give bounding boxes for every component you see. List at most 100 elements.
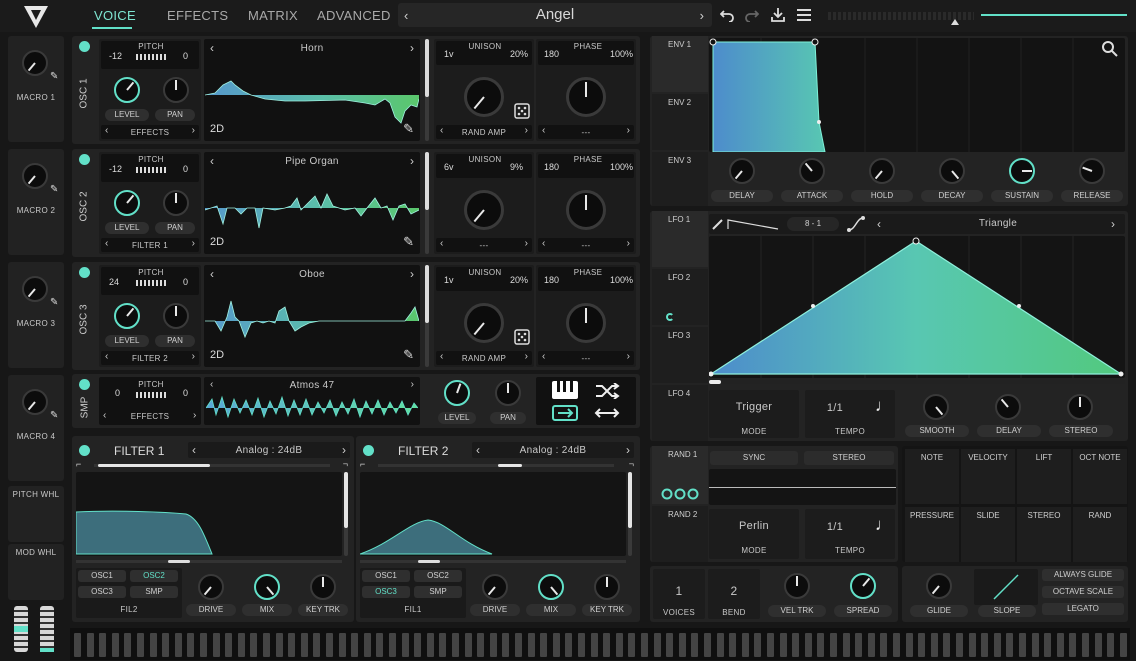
piano-key[interactable] xyxy=(515,633,522,657)
glide-knob[interactable] xyxy=(926,573,952,599)
piano-key[interactable] xyxy=(565,633,573,657)
osc-2-level-knob[interactable] xyxy=(114,190,140,216)
osc-1-detune[interactable]: 20% xyxy=(510,49,528,59)
osc-2-phase-value[interactable]: 180 xyxy=(544,162,559,172)
env-release-knob[interactable] xyxy=(1079,158,1105,184)
osc-2-phase-knob[interactable] xyxy=(566,190,606,230)
prev-shape-icon[interactable]: ‹ xyxy=(877,217,881,231)
edit-pencil-icon[interactable]: ✎ xyxy=(50,410,58,421)
filter-2-keytrack-knob[interactable] xyxy=(594,574,620,600)
mod-source-slide[interactable]: SLIDE xyxy=(961,507,1015,562)
rand-tempo-box[interactable]: 1/1 ♩ TEMPO xyxy=(805,509,895,559)
macro-3-knob[interactable] xyxy=(22,276,48,302)
osc-3-spectral[interactable]: ‹ RAND AMP › xyxy=(436,351,532,365)
sampler-tune[interactable]: 0 xyxy=(183,388,188,398)
piano-key[interactable] xyxy=(187,633,195,657)
next-shape-icon[interactable]: › xyxy=(1111,217,1115,231)
tab-effects[interactable]: EFFECTS xyxy=(167,8,228,23)
mod-wheel[interactable] xyxy=(40,606,54,652)
rand-style-value[interactable]: Perlin xyxy=(709,520,799,532)
osc-2-wavetable[interactable]: ‹ Pipe Organ › 2D ✎ xyxy=(204,152,420,254)
piano-key[interactable] xyxy=(704,633,711,657)
lfo-tab-1[interactable]: LFO 1 xyxy=(652,211,708,267)
piano-key[interactable] xyxy=(99,633,107,657)
piano-key[interactable] xyxy=(477,633,485,657)
filter-1-mix-knob[interactable] xyxy=(254,574,280,600)
keytrack-piano-icon[interactable] xyxy=(552,381,578,399)
lfo-tempo-value[interactable]: 1/1 xyxy=(805,402,865,414)
route-osc3[interactable]: OSC3 xyxy=(362,586,410,598)
piano-key[interactable] xyxy=(590,633,598,657)
osc-2-frame-slider[interactable] xyxy=(425,152,429,254)
osc-2-tune[interactable]: 0 xyxy=(183,164,188,174)
lfo-tab-3[interactable]: LFO 3 xyxy=(652,327,708,383)
osc-2-detune-knob[interactable] xyxy=(464,190,504,230)
note-icon[interactable]: ♩ xyxy=(875,515,892,535)
filter-2-drive-knob[interactable] xyxy=(482,574,508,600)
piano-key[interactable] xyxy=(741,633,749,657)
filter-2-cutoff-bar[interactable] xyxy=(360,560,626,563)
osc-3-mode[interactable]: 2D xyxy=(210,349,224,361)
env-tab-2[interactable]: ENV 2 xyxy=(652,94,708,150)
macro-4-label[interactable]: MACRO 4 xyxy=(8,432,64,441)
piano-key[interactable] xyxy=(464,633,472,657)
dice-icon[interactable] xyxy=(514,329,530,345)
zoom-search-icon[interactable] xyxy=(1102,41,1118,57)
piano-key[interactable] xyxy=(716,633,724,657)
osc-2-wave-name[interactable]: Pipe Organ xyxy=(204,156,420,167)
piano-key[interactable] xyxy=(502,633,510,657)
piano-key[interactable] xyxy=(603,633,611,657)
piano-key[interactable] xyxy=(527,633,535,657)
piano-key[interactable] xyxy=(200,633,207,657)
rand-tab-2[interactable]: RAND 2 xyxy=(652,506,708,562)
piano-key[interactable] xyxy=(628,633,636,657)
mod-source-rand[interactable]: RAND xyxy=(1073,507,1127,562)
piano-key[interactable] xyxy=(817,633,825,657)
macro-2-label[interactable]: MACRO 2 xyxy=(8,206,64,215)
menu-icon[interactable] xyxy=(797,9,811,21)
piano-key[interactable] xyxy=(149,633,157,657)
dice-icon[interactable] xyxy=(514,103,530,119)
osc-2-detune[interactable]: 9% xyxy=(510,162,523,172)
piano-key[interactable] xyxy=(867,633,875,657)
osc-3-detune[interactable]: 20% xyxy=(510,275,528,285)
piano-key[interactable] xyxy=(729,633,737,657)
lfo-smooth-knob[interactable] xyxy=(923,394,949,420)
sampler-transpose[interactable]: 0 xyxy=(115,388,120,398)
prev-model-icon[interactable]: ‹ xyxy=(476,443,480,457)
piano-key[interactable] xyxy=(779,633,787,657)
osc-1-phase-rand[interactable]: 100% xyxy=(610,49,633,59)
mod-source-lift[interactable]: LIFT xyxy=(1017,449,1071,504)
piano-key[interactable] xyxy=(754,633,762,657)
piano-key[interactable] xyxy=(452,633,459,657)
osc-1-spectral[interactable]: ‹ RAND AMP › xyxy=(436,125,532,139)
piano-key[interactable] xyxy=(86,633,94,657)
piano-key[interactable] xyxy=(905,633,913,657)
piano-key[interactable] xyxy=(288,633,296,657)
lfo-mode-box[interactable]: Trigger MODE xyxy=(709,390,799,438)
piano-key[interactable] xyxy=(426,633,434,657)
osc-1-dest[interactable]: ‹ EFFECTS › xyxy=(101,125,199,139)
osc-3-phase-rand[interactable]: 100% xyxy=(610,275,633,285)
undo-icon[interactable] xyxy=(720,8,734,22)
piano-key[interactable] xyxy=(263,633,270,657)
paint-shape-icon[interactable] xyxy=(727,218,779,230)
osc-1-power[interactable] xyxy=(79,41,90,52)
piano-key[interactable] xyxy=(1119,633,1127,657)
mod-source-oct-note[interactable]: OCT NOTE xyxy=(1073,449,1127,504)
paint-brush-icon[interactable] xyxy=(711,217,725,231)
route-osc2[interactable]: OSC2 xyxy=(414,570,462,582)
osc-2-phase-dest-value[interactable]: --- xyxy=(548,241,624,250)
vel-track-knob[interactable] xyxy=(784,573,810,599)
lfo-shape-name[interactable]: Triangle xyxy=(885,218,1111,229)
piano-key[interactable] xyxy=(943,633,951,657)
osc-3-phase-dest-value[interactable]: --- xyxy=(548,354,624,363)
osc-3-phase-value[interactable]: 180 xyxy=(544,275,559,285)
volume-marker-icon[interactable] xyxy=(951,19,959,25)
sampler-wave-display[interactable]: ‹ Atmos 47 › xyxy=(204,377,420,425)
osc-3-detune-knob[interactable] xyxy=(464,303,504,343)
piano-key[interactable] xyxy=(124,633,132,657)
lfo-mode-value[interactable]: Trigger xyxy=(709,401,799,413)
osc-2-pan-knob[interactable] xyxy=(163,190,189,216)
lfo-delay-knob[interactable] xyxy=(995,394,1021,420)
